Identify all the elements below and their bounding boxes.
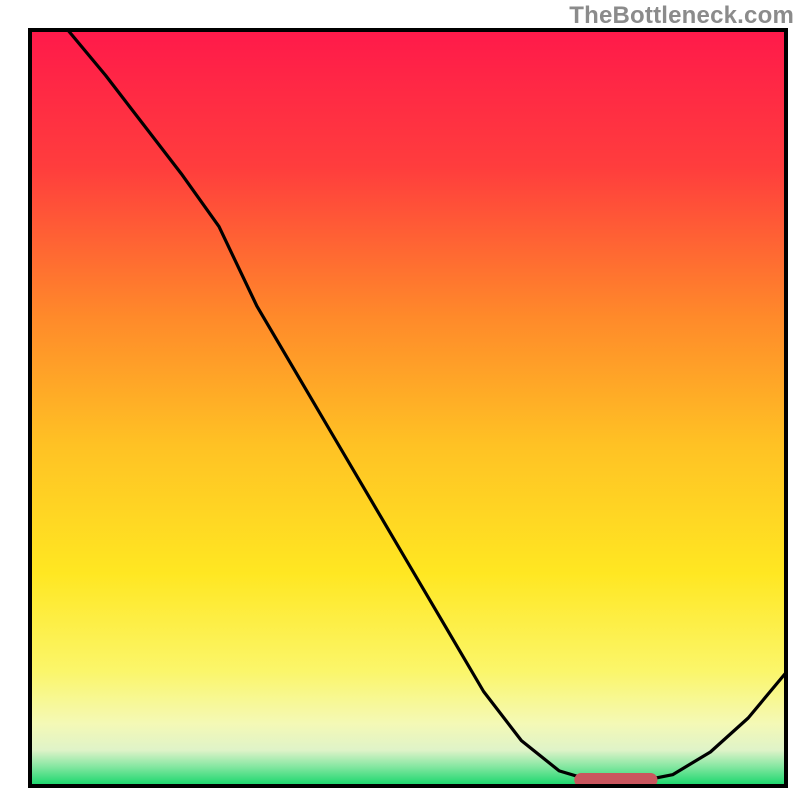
plot-background bbox=[32, 32, 784, 784]
bottleneck-chart bbox=[0, 0, 800, 800]
chart-container: TheBottleneck.com bbox=[0, 0, 800, 800]
